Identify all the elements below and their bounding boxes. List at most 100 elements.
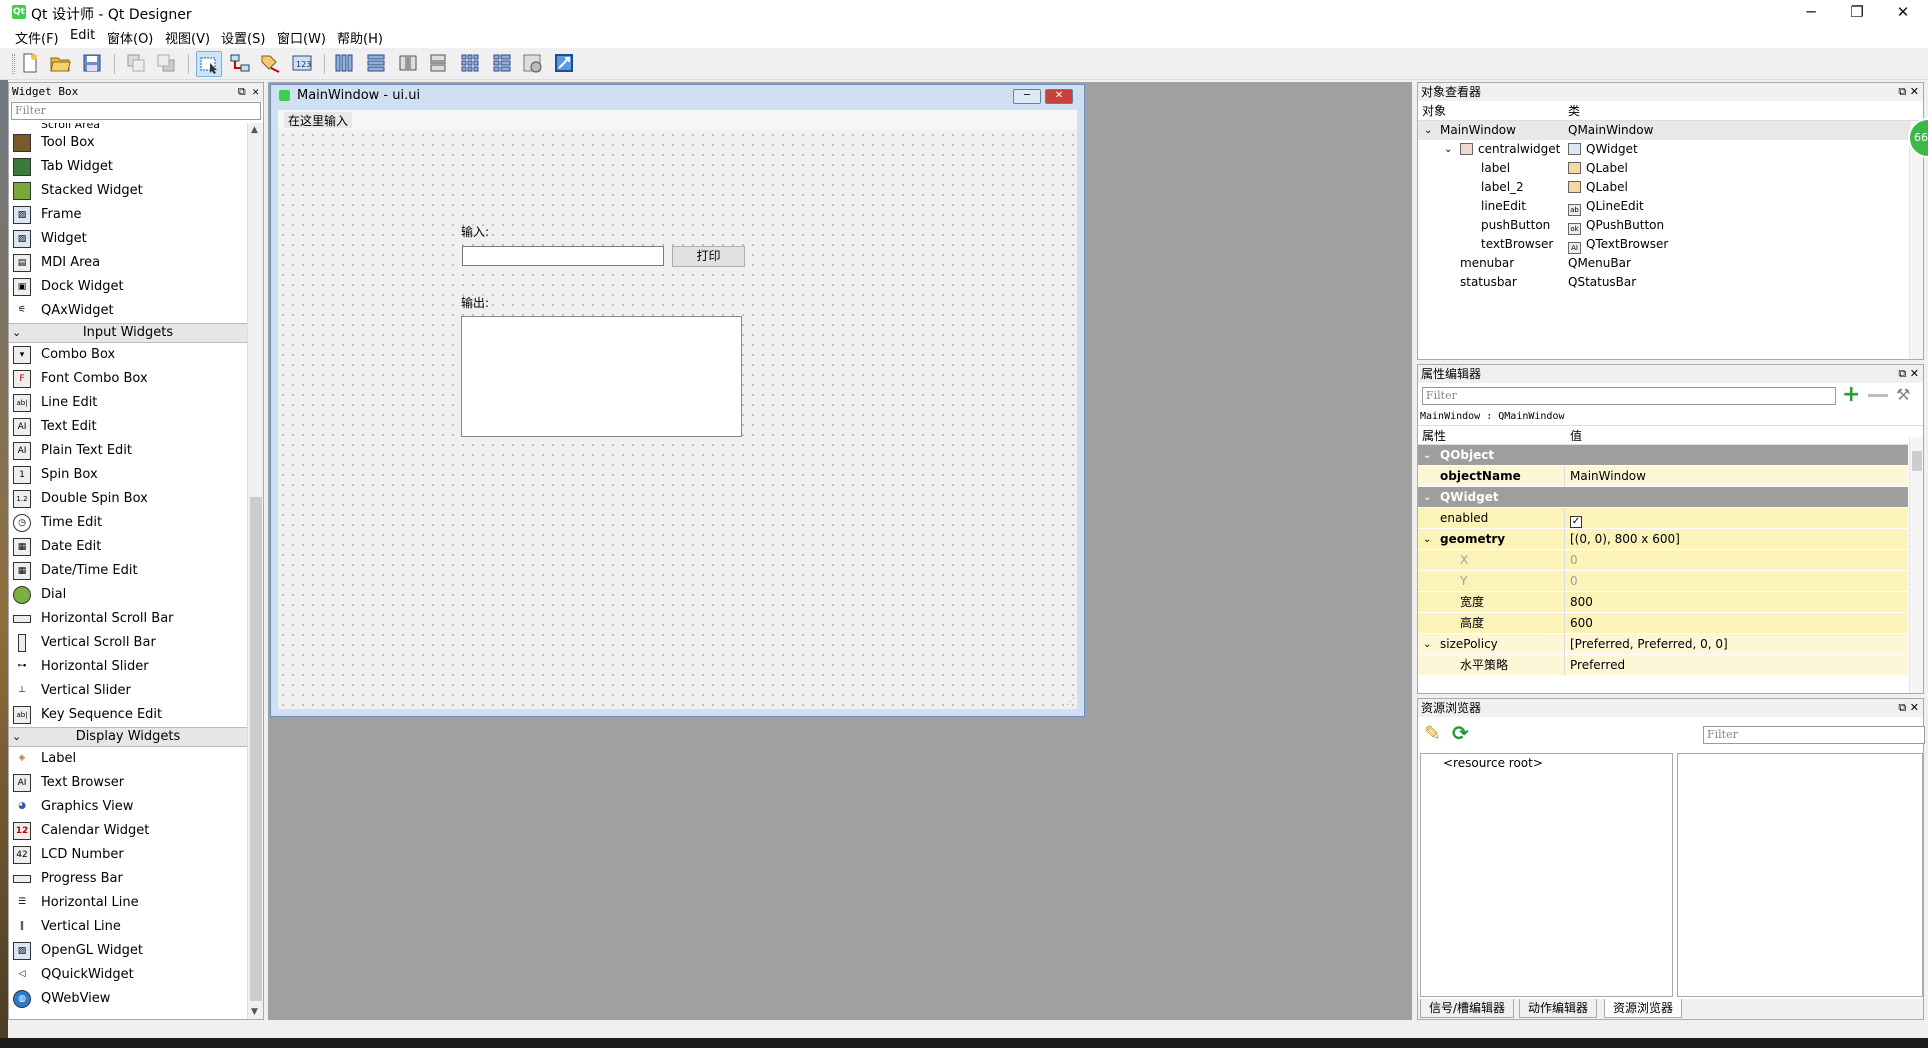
col-object[interactable]: 对象: [1422, 101, 1446, 121]
enabled-checkbox[interactable]: ✓: [1570, 516, 1582, 528]
tree-row-label[interactable]: label QLabel: [1418, 159, 1923, 178]
property-row-width[interactable]: 宽度 800: [1418, 592, 1908, 613]
send-to-back-icon[interactable]: [124, 51, 150, 77]
tree-row-pushbutton[interactable]: pushButton ok QPushButton: [1418, 216, 1923, 235]
pencil-icon[interactable]: ✎: [1424, 721, 1441, 745]
wrench-icon[interactable]: ⚒: [1896, 385, 1910, 404]
menu-edit[interactable]: Edit: [66, 28, 99, 43]
widget-item-tool-box[interactable]: Tool Box: [9, 131, 247, 155]
save-icon[interactable]: [80, 51, 106, 77]
edit-tab-order-icon[interactable]: 123: [290, 51, 316, 77]
scrollbar-thumb[interactable]: [1912, 451, 1922, 471]
tree-row-textbrowser[interactable]: textBrowser AI QTextBrowser: [1418, 235, 1923, 254]
property-group-qobject[interactable]: ⌄ QObject: [1418, 445, 1908, 466]
widget-item-partial[interactable]: Scroll Area: [9, 123, 247, 131]
restore-button[interactable]: ❐: [1834, 0, 1880, 26]
property-editor-scrollbar[interactable]: [1909, 437, 1923, 693]
col-property[interactable]: 属性: [1422, 426, 1446, 446]
widget-item-mdi-area[interactable]: ▤ MDI Area: [9, 251, 247, 275]
scroll-down-icon[interactable]: ▼: [251, 1007, 258, 1017]
widget-item-stacked-widget[interactable]: Stacked Widget: [9, 179, 247, 203]
property-row-hpolicy[interactable]: 水平策略 Preferred: [1418, 655, 1908, 676]
widget-item-lcd-number[interactable]: 42 LCD Number: [9, 843, 247, 867]
form-close-button[interactable]: ✕: [1045, 89, 1073, 104]
property-row-height[interactable]: 高度 600: [1418, 613, 1908, 634]
widget-item-calendar-widget[interactable]: 12 Calendar Widget: [9, 819, 247, 843]
scrollbar-thumb[interactable]: [250, 497, 262, 1001]
form-minimize-button[interactable]: ─: [1013, 89, 1041, 104]
tree-row-menubar[interactable]: menubar QMenuBar: [1418, 254, 1923, 273]
open-folder-icon[interactable]: [48, 51, 74, 77]
widget-item-spin-box[interactable]: 1 Spin Box: [9, 463, 247, 487]
remove-property-icon[interactable]: [1868, 394, 1888, 397]
property-row-sizepolicy[interactable]: ⌄ sizePolicy [Preferred, Preferred, 0, 0]: [1418, 634, 1908, 655]
form-canvas[interactable]: 在这里输入 输入: 打印 输出: ⋰: [278, 110, 1077, 709]
category-input-widgets[interactable]: ⌄ Input Widgets: [9, 323, 247, 343]
layout-form-icon[interactable]: [490, 51, 516, 77]
col-value[interactable]: 值: [1570, 426, 1582, 446]
widget-item-dial[interactable]: Dial: [9, 583, 247, 607]
edit-signals-slots-icon[interactable]: [228, 51, 254, 77]
float-icon[interactable]: ⧉: [1898, 85, 1906, 98]
widget-item-date-edit[interactable]: ▦ Date Edit: [9, 535, 247, 559]
edit-widgets-icon[interactable]: [196, 51, 222, 77]
resource-tree[interactable]: <resource root>: [1420, 753, 1673, 997]
form-window[interactable]: MainWindow - ui.ui ─ ✕ 在这里输入 输入: 打印 输出: …: [270, 84, 1085, 717]
widget-item-font-combo-box[interactable]: F Font Combo Box: [9, 367, 247, 391]
resource-root-item[interactable]: <resource root>: [1421, 754, 1672, 770]
tree-row-centralwidget[interactable]: ⌄ centralwidget QWidget: [1418, 140, 1923, 159]
close-button[interactable]: ✕: [1880, 0, 1926, 26]
float-icon[interactable]: ⧉: [238, 85, 246, 98]
property-group-qwidget[interactable]: ⌄ QWidget: [1418, 487, 1908, 508]
property-row-x[interactable]: X0: [1418, 550, 1908, 571]
col-class[interactable]: 类: [1568, 101, 1580, 121]
widget-item-frame[interactable]: ▨ Frame: [9, 203, 247, 227]
widget-item-qwebview[interactable]: ◍ QWebView: [9, 987, 247, 1011]
resource-file-list[interactable]: [1677, 753, 1923, 997]
widget-item-horizontal-line[interactable]: ☰ Horizontal Line: [9, 891, 247, 915]
reload-icon[interactable]: ⟳: [1452, 721, 1469, 745]
scroll-up-icon[interactable]: ▲: [251, 125, 258, 135]
tab-action-editor[interactable]: 动作编辑器: [1519, 999, 1598, 1018]
widget-item-horizontal-scroll-bar[interactable]: Horizontal Scroll Bar: [9, 607, 247, 631]
property-row-objectname[interactable]: objectName MainWindow: [1418, 466, 1908, 487]
widget-item-widget[interactable]: ▨ Widget: [9, 227, 247, 251]
widget-item-double-spin-box[interactable]: 1.2 Double Spin Box: [9, 487, 247, 511]
tree-row-label-2[interactable]: label_2 QLabel: [1418, 178, 1923, 197]
widget-item-plain-text-edit[interactable]: AI Plain Text Edit: [9, 439, 247, 463]
close-dock-icon[interactable]: ✕: [1910, 367, 1919, 380]
layout-grid-icon[interactable]: [458, 51, 484, 77]
tree-row-mainwindow[interactable]: ⌄ MainWindow QMainWindow: [1418, 121, 1923, 140]
layout-vertical-splitter-icon[interactable]: [426, 51, 452, 77]
tab-resource-browser[interactable]: 资源浏览器: [1604, 999, 1683, 1018]
type-here-menu[interactable]: 在这里输入: [284, 112, 353, 128]
widget-item-dock-widget[interactable]: ▣ Dock Widget: [9, 275, 247, 299]
menu-window[interactable]: 窗口(W): [273, 28, 330, 47]
property-row-enabled[interactable]: enabled ✓: [1418, 508, 1908, 529]
property-row-y[interactable]: Y0: [1418, 571, 1908, 592]
minimize-button[interactable]: ─: [1788, 0, 1834, 26]
layout-vertical-icon[interactable]: [364, 51, 390, 77]
text-browser[interactable]: [461, 316, 742, 437]
close-dock-icon[interactable]: ✕: [252, 85, 259, 98]
widget-item-progress-bar[interactable]: Progress Bar: [9, 867, 247, 891]
category-display-widgets[interactable]: ⌄ Display Widgets: [9, 727, 247, 747]
widget-item-key-sequence-edit[interactable]: ab| Key Sequence Edit: [9, 703, 247, 727]
widget-item-horizontal-slider[interactable]: ⊶ Horizontal Slider: [9, 655, 247, 679]
menu-file[interactable]: 文件(F): [11, 28, 63, 47]
print-button[interactable]: 打印: [672, 246, 745, 267]
resize-grip-icon[interactable]: ⋰: [1066, 697, 1075, 707]
add-property-icon[interactable]: +: [1842, 384, 1860, 406]
widget-item-vertical-slider[interactable]: ⊥ Vertical Slider: [9, 679, 247, 703]
widget-item-opengl-widget[interactable]: ▨ OpenGL Widget: [9, 939, 247, 963]
widget-item-line-edit[interactable]: ab| Line Edit: [9, 391, 247, 415]
tree-row-lineedit[interactable]: lineEdit ab QLineEdit: [1418, 197, 1923, 216]
widget-item-graphics-view[interactable]: ◕ Graphics View: [9, 795, 247, 819]
layout-horizontal-icon[interactable]: [332, 51, 358, 77]
new-file-icon[interactable]: [18, 51, 44, 77]
break-layout-icon[interactable]: [520, 51, 546, 77]
widget-item-vertical-scroll-bar[interactable]: Vertical Scroll Bar: [9, 631, 247, 655]
menu-settings[interactable]: 设置(S): [217, 28, 269, 47]
float-icon[interactable]: ⧉: [1898, 367, 1906, 380]
widget-item-combo-box[interactable]: ▾ Combo Box: [9, 343, 247, 367]
